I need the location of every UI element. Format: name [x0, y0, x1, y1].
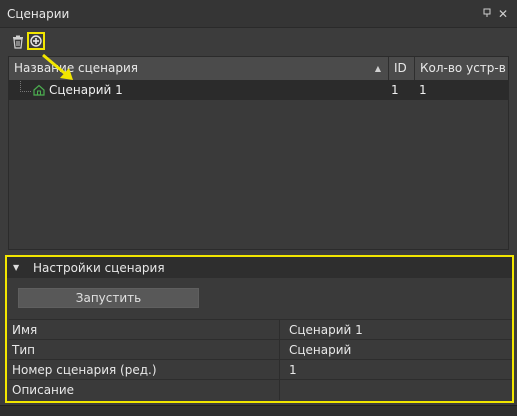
- row-id: 1: [391, 83, 399, 97]
- trash-icon: [13, 35, 23, 49]
- delete-button[interactable]: [9, 33, 27, 51]
- property-divider: [279, 320, 280, 340]
- tree-guide-line: [20, 81, 31, 92]
- bottom-panel-strip: [0, 405, 517, 416]
- property-row-type[interactable]: Тип Сценарий: [9, 339, 512, 360]
- column-header-count[interactable]: Кол-во устр-в: [415, 57, 508, 80]
- close-icon[interactable]: ✕: [497, 8, 509, 20]
- property-row-name[interactable]: Имя Сценарий 1: [9, 319, 512, 340]
- plus-circle-icon: [30, 35, 42, 47]
- property-key: Тип: [12, 343, 35, 357]
- property-divider: [279, 380, 280, 400]
- property-row-description[interactable]: Описание: [9, 379, 512, 400]
- table-row[interactable]: Сценарий 1 1 1: [9, 81, 508, 100]
- property-key: Номер сценария (ред.): [12, 363, 157, 377]
- table-header: Название сценария ▲ ID Кол-во устр-в: [9, 57, 508, 81]
- property-key: Описание: [12, 383, 75, 397]
- annotation-arrow: [42, 53, 73, 80]
- sort-asc-icon: ▲: [374, 64, 381, 73]
- scenario-settings-panel: ▼ Настройки сценария Запустить Имя Сцена…: [5, 255, 514, 403]
- property-divider: [279, 360, 280, 380]
- property-divider: [279, 340, 280, 360]
- row-count: 1: [419, 83, 427, 97]
- add-scenario-button[interactable]: [27, 32, 45, 50]
- column-header-id[interactable]: ID: [389, 57, 415, 80]
- scenario-table: Название сценария ▲ ID Кол-во устр-в Сце…: [8, 56, 509, 250]
- chevron-down-icon: ▼: [13, 262, 20, 272]
- property-value[interactable]: Сценарий: [285, 340, 351, 360]
- panel-title: Сценарии: [7, 6, 70, 21]
- pin-icon[interactable]: [481, 8, 493, 20]
- settings-title: Настройки сценария: [33, 260, 165, 275]
- panel-header: Сценарии ✕: [0, 0, 517, 28]
- run-button[interactable]: Запустить: [18, 288, 199, 308]
- property-value[interactable]: Сценарий 1: [285, 320, 363, 340]
- settings-header[interactable]: ▼ Настройки сценария: [7, 257, 512, 278]
- property-value[interactable]: 1: [285, 360, 297, 380]
- property-key: Имя: [12, 323, 38, 337]
- property-row-number[interactable]: Номер сценария (ред.) 1: [9, 359, 512, 380]
